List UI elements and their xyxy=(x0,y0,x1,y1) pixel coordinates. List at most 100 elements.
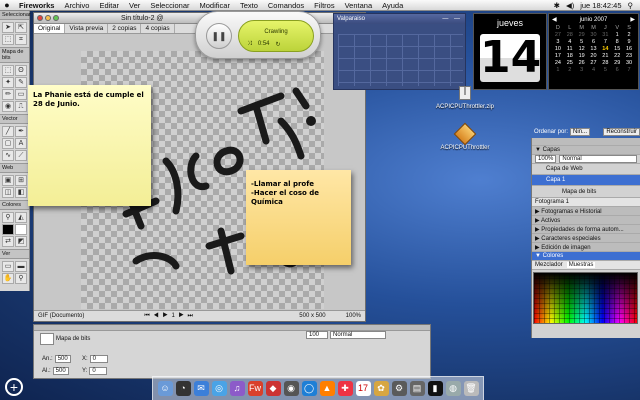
pencil-tool-icon[interactable]: ✏ xyxy=(2,89,14,100)
apple-icon[interactable]: ● xyxy=(0,0,14,10)
spotlight-icon[interactable]: ⚲ xyxy=(625,1,637,10)
valparaiso-controls[interactable]: — — xyxy=(442,16,462,22)
calendar-day[interactable]: 1 xyxy=(611,32,623,38)
desktop-icon-zip[interactable]: ACPICPUThrottler.zip xyxy=(428,86,502,110)
mail-icon[interactable]: ✉ xyxy=(193,381,209,396)
downloads-icon[interactable]: ◍ xyxy=(445,381,461,396)
show-slices-icon[interactable]: ◧ xyxy=(15,187,27,198)
app-icon[interactable]: ◉ xyxy=(283,381,299,396)
blend-mode-select[interactable]: Normal xyxy=(330,331,386,339)
subselect-tool-icon[interactable]: ⇱ xyxy=(15,22,27,33)
calendar-day[interactable]: 28 xyxy=(564,32,576,38)
calendar-day[interactable]: 18 xyxy=(564,53,576,59)
menu-comandos[interactable]: Comandos xyxy=(263,1,309,10)
calendar-day[interactable]: 30 xyxy=(588,32,600,38)
tab-2-copias[interactable]: 2 copias xyxy=(108,24,142,33)
swap-colors-icon[interactable]: ⇄ xyxy=(2,236,14,247)
height-input[interactable]: 500 xyxy=(52,367,69,375)
panel-autoshape-properties[interactable]: ▶ Propiedades de forma autom... xyxy=(532,225,640,234)
opacity-input[interactable]: 100 xyxy=(306,331,328,339)
adium-icon[interactable]: ✚ xyxy=(337,381,353,396)
calendar-day[interactable]: 28 xyxy=(599,60,611,66)
calendar-day[interactable]: 29 xyxy=(611,60,623,66)
zoom-tool-icon[interactable]: ⚲ xyxy=(15,273,27,284)
calendar-day[interactable]: 24 xyxy=(552,60,564,66)
calendar-day[interactable]: 2 xyxy=(623,32,635,38)
layer-web[interactable]: Capa de Web xyxy=(532,164,640,175)
fill-color-icon[interactable] xyxy=(15,224,27,235)
calendar-day[interactable]: 3 xyxy=(552,39,564,45)
layer-1[interactable]: Capa 1 xyxy=(532,175,640,186)
layer-blend-mode[interactable]: Normal xyxy=(559,155,637,163)
itunes-icon[interactable]: ♫ xyxy=(229,381,245,396)
fireworks-icon[interactable]: Fw xyxy=(247,381,263,396)
calendar-day[interactable]: 31 xyxy=(599,32,611,38)
calendar-day[interactable]: 5 xyxy=(599,67,611,73)
tab-mixer[interactable]: Mezclador xyxy=(535,262,563,268)
calendar-day[interactable]: 7 xyxy=(623,67,635,73)
previous-month-icon[interactable]: ◀ xyxy=(552,16,557,23)
menu-seleccionar[interactable]: Seleccionar xyxy=(145,1,194,10)
hide-slices-icon[interactable]: ◫ xyxy=(2,187,14,198)
valparaiso-titlebar[interactable]: Valparaiso — — xyxy=(334,14,465,24)
calendar-day[interactable]: 17 xyxy=(552,53,564,59)
calendar-day[interactable]: 11 xyxy=(564,46,576,52)
system-preferences-icon[interactable]: ⚙ xyxy=(391,381,407,396)
menu-modificar[interactable]: Modificar xyxy=(195,1,235,10)
calendar-day[interactable]: 12 xyxy=(576,46,588,52)
dashboard-icon[interactable]: ◔ xyxy=(175,381,191,396)
calendar-day[interactable]: 15 xyxy=(611,46,623,52)
width-input[interactable]: 500 xyxy=(54,355,71,363)
frame-navigation[interactable]: ⏮ ◀ ▶ 1 ▶ ⏭ xyxy=(144,313,194,320)
calendar-day[interactable]: 8 xyxy=(611,39,623,45)
hotspot-tool-icon[interactable]: ▣ xyxy=(2,175,14,186)
eyedropper-tool-icon[interactable]: ⚲ xyxy=(2,212,14,223)
safari-icon[interactable]: ◎ xyxy=(211,381,227,396)
menu-fireworks[interactable]: Fireworks xyxy=(14,1,59,10)
stamp-tool-icon[interactable]: ⎍ xyxy=(15,101,27,112)
pointer-tool-icon[interactable]: ➤ xyxy=(2,22,14,33)
calendar-day[interactable]: 26 xyxy=(576,60,588,66)
line-tool-icon[interactable]: ╱ xyxy=(2,126,14,137)
freeform-tool-icon[interactable]: ∿ xyxy=(2,150,14,161)
calendar-day[interactable]: 1 xyxy=(552,67,564,73)
layer-opacity[interactable]: 100% xyxy=(535,155,557,163)
color-swatches[interactable] xyxy=(533,272,638,324)
y-input[interactable]: 0 xyxy=(89,367,108,375)
text-tool-icon[interactable]: A xyxy=(15,138,27,149)
calendar-day[interactable]: 30 xyxy=(623,60,635,66)
menu-texto[interactable]: Texto xyxy=(235,1,263,10)
sort-select[interactable]: Nin... xyxy=(570,128,591,136)
full-screen-icon[interactable]: ▬ xyxy=(15,261,27,272)
colors-panel-header[interactable]: ▼ Colores xyxy=(532,252,640,261)
rectangle-tool-icon[interactable]: ▢ xyxy=(2,138,14,149)
calendar-day[interactable]: 14 xyxy=(599,46,611,52)
calendar-day[interactable]: 9 xyxy=(623,39,635,45)
firefox-icon[interactable]: ✿ xyxy=(373,381,389,396)
pause-button[interactable]: ❚❚ xyxy=(206,23,232,49)
finder-icon[interactable]: ☺ xyxy=(157,381,173,396)
calendar-day[interactable]: 6 xyxy=(588,39,600,45)
blur-tool-icon[interactable]: ◉ xyxy=(2,101,14,112)
volume-icon[interactable]: ◀) xyxy=(563,1,577,10)
menu-ver[interactable]: Ver xyxy=(124,1,145,10)
menu-ventana[interactable]: Ventana xyxy=(340,1,378,10)
rebuild-button[interactable]: Reconstruir xyxy=(603,128,640,136)
menubar-clock[interactable]: jue 18:42:45 xyxy=(577,1,624,10)
stroke-color-icon[interactable] xyxy=(2,224,14,235)
calendar-day[interactable]: 10 xyxy=(552,46,564,52)
calendar-day[interactable]: 19 xyxy=(576,53,588,59)
tab-4-copias[interactable]: 4 copias xyxy=(141,24,175,33)
standard-screen-icon[interactable]: ▭ xyxy=(2,261,14,272)
default-colors-icon[interactable]: ◩ xyxy=(15,236,27,247)
next-month-icon[interactable]: ▶ xyxy=(630,16,635,23)
sticky-note-birthday[interactable]: La Phanie está de cumple el 28 de Junio. xyxy=(28,85,151,206)
calendar-day[interactable]: 25 xyxy=(564,60,576,66)
calendar-day[interactable]: 16 xyxy=(623,46,635,52)
dreamweaver-icon[interactable]: ◆ xyxy=(265,381,281,396)
calendar-day[interactable]: 22 xyxy=(611,53,623,59)
crop-tool-icon[interactable]: ⌗ xyxy=(15,34,27,45)
panel-image-editing[interactable]: ▶ Edición de imagen xyxy=(532,243,640,252)
calendar-day[interactable]: 3 xyxy=(576,67,588,73)
sticky-note-text[interactable]: La Phanie está de cumple el 28 de Junio. xyxy=(33,91,144,108)
